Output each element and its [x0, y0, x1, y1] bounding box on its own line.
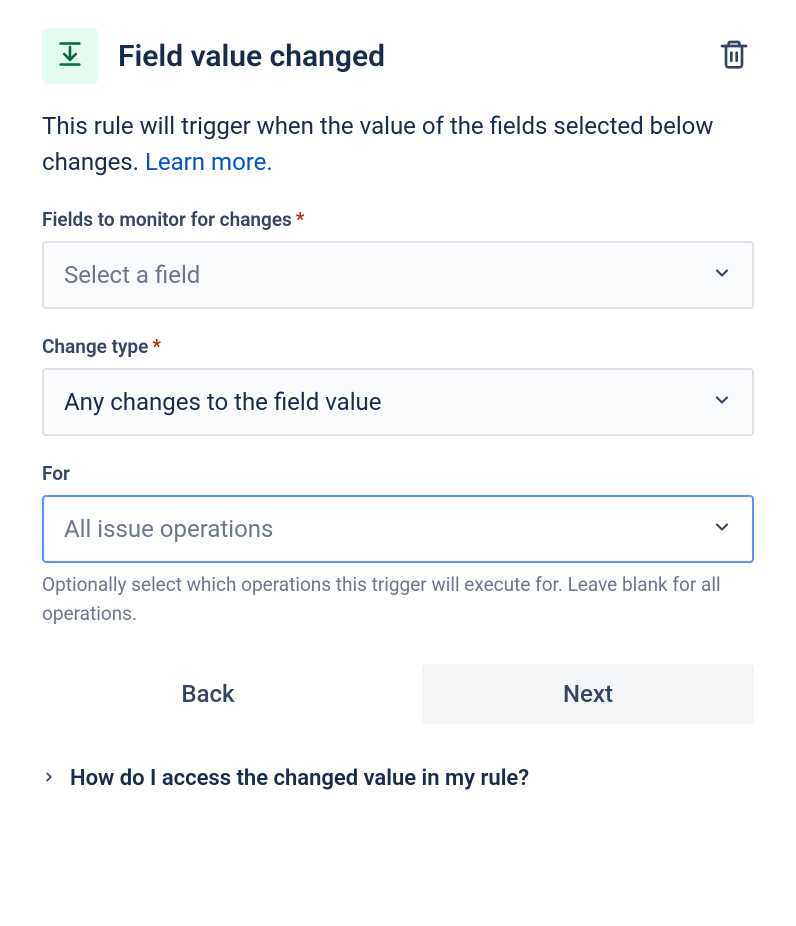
change-type-group: Change type* Any changes to the field va… [42, 335, 754, 436]
required-asterisk: * [152, 335, 161, 358]
select-placeholder: Select a field [64, 261, 200, 289]
download-arrow-icon [56, 40, 84, 72]
help-expander[interactable]: How do I access the changed value in my … [42, 760, 754, 797]
header-row: Field value changed [42, 28, 754, 84]
change-type-label: Change type* [42, 335, 754, 358]
label-text: Fields to monitor for changes [42, 208, 292, 231]
select-placeholder: All issue operations [64, 515, 273, 543]
for-group: For All issue operations Optionally sele… [42, 462, 754, 628]
trash-icon [718, 37, 750, 75]
for-help-text: Optionally select which operations this … [42, 571, 754, 628]
learn-more-link[interactable]: Learn more. [145, 148, 273, 176]
back-button[interactable]: Back [42, 664, 374, 724]
fields-monitor-select[interactable]: Select a field [42, 241, 754, 309]
page-title: Field value changed [118, 39, 694, 74]
next-button[interactable]: Next [422, 664, 754, 724]
label-text: For [42, 462, 70, 485]
expander-label: How do I access the changed value in my … [70, 766, 529, 791]
label-text: Change type [42, 335, 148, 358]
chevron-down-icon [712, 517, 732, 541]
rule-description: This rule will trigger when the value of… [42, 108, 754, 180]
description-text: This rule will trigger when the value of… [42, 112, 713, 176]
chevron-right-icon [42, 768, 56, 789]
button-row: Back Next [42, 664, 754, 724]
chevron-down-icon [712, 263, 732, 287]
trigger-icon-box [42, 28, 98, 84]
required-asterisk: * [296, 208, 305, 231]
fields-monitor-group: Fields to monitor for changes* Select a … [42, 208, 754, 309]
change-type-select[interactable]: Any changes to the field value [42, 368, 754, 436]
delete-button[interactable] [714, 36, 754, 76]
for-label: For [42, 462, 754, 485]
fields-monitor-label: Fields to monitor for changes* [42, 208, 754, 231]
chevron-down-icon [712, 390, 732, 414]
select-value: Any changes to the field value [64, 388, 382, 416]
rule-config-panel: Field value changed This rule will trigg… [0, 0, 796, 837]
for-select[interactable]: All issue operations [42, 495, 754, 563]
